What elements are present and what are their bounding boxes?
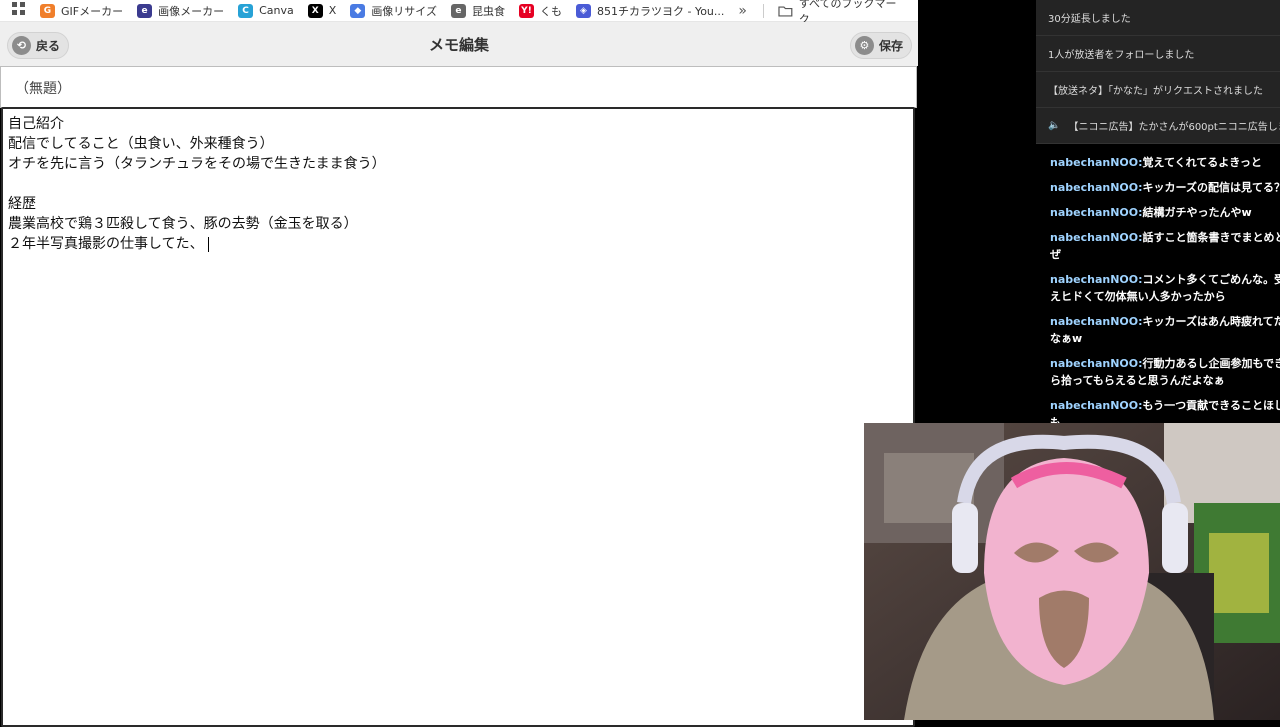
bookmarks-bar: G GIFメーカー e 画像メーカー C Canva X X ◆ 画像リサイズ e 昆虫食 Y! くも ◈ 8… — [0, 0, 918, 26]
bookmark-favicon-icon: C — [238, 3, 254, 18]
bookmark-item[interactable]: ◆ 画像リサイズ — [350, 3, 437, 19]
bookmark-item[interactable]: e 画像メーカー — [137, 3, 224, 19]
bookmark-label: くも — [539, 4, 562, 18]
comment-text-continued: なぁw — [1050, 332, 1083, 345]
bookmark-item[interactable]: Y! くも — [518, 3, 562, 19]
speaker-icon: 🔈 — [1048, 120, 1061, 131]
stream-notice: 1人が放送者をフォローしました — [1036, 36, 1280, 72]
chat-comment: nabechanNOO:コメント多くてごめんな。受けえヒドくて勿体無い人多かった… — [1036, 267, 1280, 309]
comment-username: nabechanNOO: — [1050, 231, 1143, 244]
gear-icon: ⚙ — [854, 36, 874, 55]
divider — [762, 3, 764, 18]
chat-comment: nabechanNOO:結構ガチやったんやw — [1036, 200, 1280, 225]
bookmark-label: Canva — [259, 4, 294, 17]
page-title: メモ編集 — [428, 36, 489, 54]
bookmark-label: 851チカラツヨク - You... — [596, 4, 725, 18]
comment-username: nabechanNOO: — [1050, 399, 1143, 412]
memo-line-text: オチを先に言う（タランチュラをその場で生きたまま食う） — [8, 156, 386, 172]
memo-header: ⟲ 戻る メモ編集 ⚙ 保存 — [0, 22, 918, 66]
comment-text-continued: えヒドくて勿体無い人多かったから — [1050, 290, 1226, 303]
stream-notice: 【放送ネタ】「かなた」がリクエストされました — [1036, 72, 1280, 108]
chat-comment: nabechanNOO:キッカーズはあん時疲れてたかなぁw — [1036, 309, 1280, 351]
bookmark-item[interactable]: ◈ 851チカラツヨク - You... — [575, 3, 725, 19]
bookmark-favicon-icon: X — [307, 3, 323, 18]
comment-text-continued: ら拾ってもらえると思うんだよなぁ — [1050, 374, 1225, 387]
bookmark-label: 画像メーカー — [158, 4, 225, 18]
chat-comment: nabechanNOO:覚えてくれてるよきっと — [1036, 150, 1280, 175]
comment-username: nabechanNOO: — [1050, 273, 1143, 286]
bookmark-item[interactable]: G GIFメーカー — [40, 3, 123, 19]
more-bookmarks-icon[interactable]: » — [738, 3, 747, 19]
save-button[interactable]: ⚙ 保存 — [849, 32, 912, 59]
bookmark-item[interactable]: e 昆虫食 — [450, 3, 505, 19]
bookmark-favicon-icon: e — [450, 3, 466, 18]
comment-username: nabechanNOO: — [1050, 357, 1143, 370]
memo-line-text: 経歴 — [8, 196, 36, 212]
bookmark-favicon-icon: ◆ — [350, 3, 366, 18]
stream-notice-text: 【放送ネタ】「かなた」がリクエストされました — [1048, 86, 1263, 97]
comment-text: もう一つ貢献できることほしい — [1142, 399, 1280, 412]
memo-line: 農業高校で鶏３匹殺して食う、豚の去勢（金玉を取る） — [8, 214, 908, 234]
comment-text: 結構ガチやったんやw — [1142, 206, 1252, 219]
comment-text-continued: も — [1050, 416, 1061, 423]
bookmark-label: X — [328, 4, 337, 17]
memo-body-textarea[interactable]: 自己紹介配信でしてること（虫食い、外来種食う） オチを先に言う（タランチュラをその… — [1, 107, 915, 727]
bookmark-item[interactable]: C Canva — [238, 3, 294, 18]
chat-comment: nabechanNOO:キッカーズの配信は見てる？ — [1036, 175, 1280, 200]
comment-username: nabechanNOO: — [1050, 156, 1143, 169]
comment-text: コメント多くてごめんな。受け — [1142, 273, 1280, 286]
comment-text: キッカーズの配信は見てる？ — [1142, 181, 1280, 194]
bookmark-favicon-icon: ◈ — [575, 3, 591, 18]
bookmark-label: 昆虫食 — [471, 4, 505, 18]
text-cursor — [207, 236, 209, 252]
memo-line-text: 自己紹介 — [8, 116, 64, 132]
bookmark-item[interactable]: XX — [307, 3, 337, 18]
comment-text-continued: ぜ — [1050, 248, 1061, 261]
comment-text: 行動力あるし企画参加もできる — [1142, 357, 1280, 370]
memo-line: 自己紹介 — [8, 114, 908, 134]
memo-line — [8, 174, 908, 194]
bookmark-favicon-icon: e — [137, 3, 153, 18]
memo-line-text: 農業高校で鶏３匹殺して食う、豚の去勢（金玉を取る） — [8, 216, 358, 232]
memo-title-input[interactable]: （無題） — [0, 66, 917, 108]
chat-comment: nabechanNOO:行動力あるし企画参加もできるら拾ってもらえると思うんだよ… — [1036, 351, 1280, 393]
memo-line: 経歴 — [8, 194, 908, 214]
stream-notice: 30分延長しました — [1036, 0, 1280, 36]
stream-comment-panel: 30分延長しました 1人が放送者をフォローしました【放送ネタ】「かなた」がリクエス… — [1036, 0, 1280, 423]
chat-comment: nabechanNOO:話すこと箇条書きでまとめとこぜ — [1036, 225, 1280, 267]
memo-line: 配信でしてること（虫食い、外来種食う） — [8, 134, 908, 154]
comment-username: nabechanNOO: — [1050, 181, 1143, 194]
chat-comment: nabechanNOO:もう一つ貢献できることほしいも — [1036, 393, 1280, 423]
webcam-video — [864, 423, 1280, 720]
bookmark-label: 画像リサイズ — [371, 4, 437, 18]
memo-line-text: ２年半写真撮影の仕事してた、 — [8, 236, 204, 252]
comment-text: 話すこと箇条書きでまとめとこ — [1142, 231, 1280, 244]
memo-line-text: 配信でしてること（虫食い、外来種食う） — [8, 136, 274, 152]
comment-text: 覚えてくれてるよきっと — [1142, 156, 1262, 169]
comment-username: nabechanNOO: — [1050, 206, 1143, 219]
stream-notice-text: 30分延長しました — [1048, 14, 1131, 25]
stream-notice: 🔈 【ニコニ広告】たかさんが600ptニコニ広告しました — [1036, 108, 1280, 144]
comment-username: nabechanNOO: — [1050, 315, 1143, 328]
memo-line: ２年半写真撮影の仕事してた、 — [8, 234, 908, 254]
memo-line: オチを先に言う（タランチュラをその場で生きたまま食う） — [8, 154, 908, 174]
comment-text: キッカーズはあん時疲れてたか — [1142, 315, 1280, 328]
stream-notice-text: 1人が放送者をフォローしました — [1048, 50, 1195, 61]
save-label: 保存 — [878, 39, 903, 53]
stream-notice-text: 【ニコニ広告】たかさんが600ptニコニ広告しました — [1068, 122, 1280, 133]
apps-grid-icon[interactable] — [12, 2, 26, 19]
bookmark-favicon-icon: Y! — [518, 3, 534, 18]
folder-icon — [778, 5, 793, 17]
bookmark-label: GIFメーカー — [61, 4, 124, 18]
bookmark-favicon-icon: G — [40, 3, 55, 18]
